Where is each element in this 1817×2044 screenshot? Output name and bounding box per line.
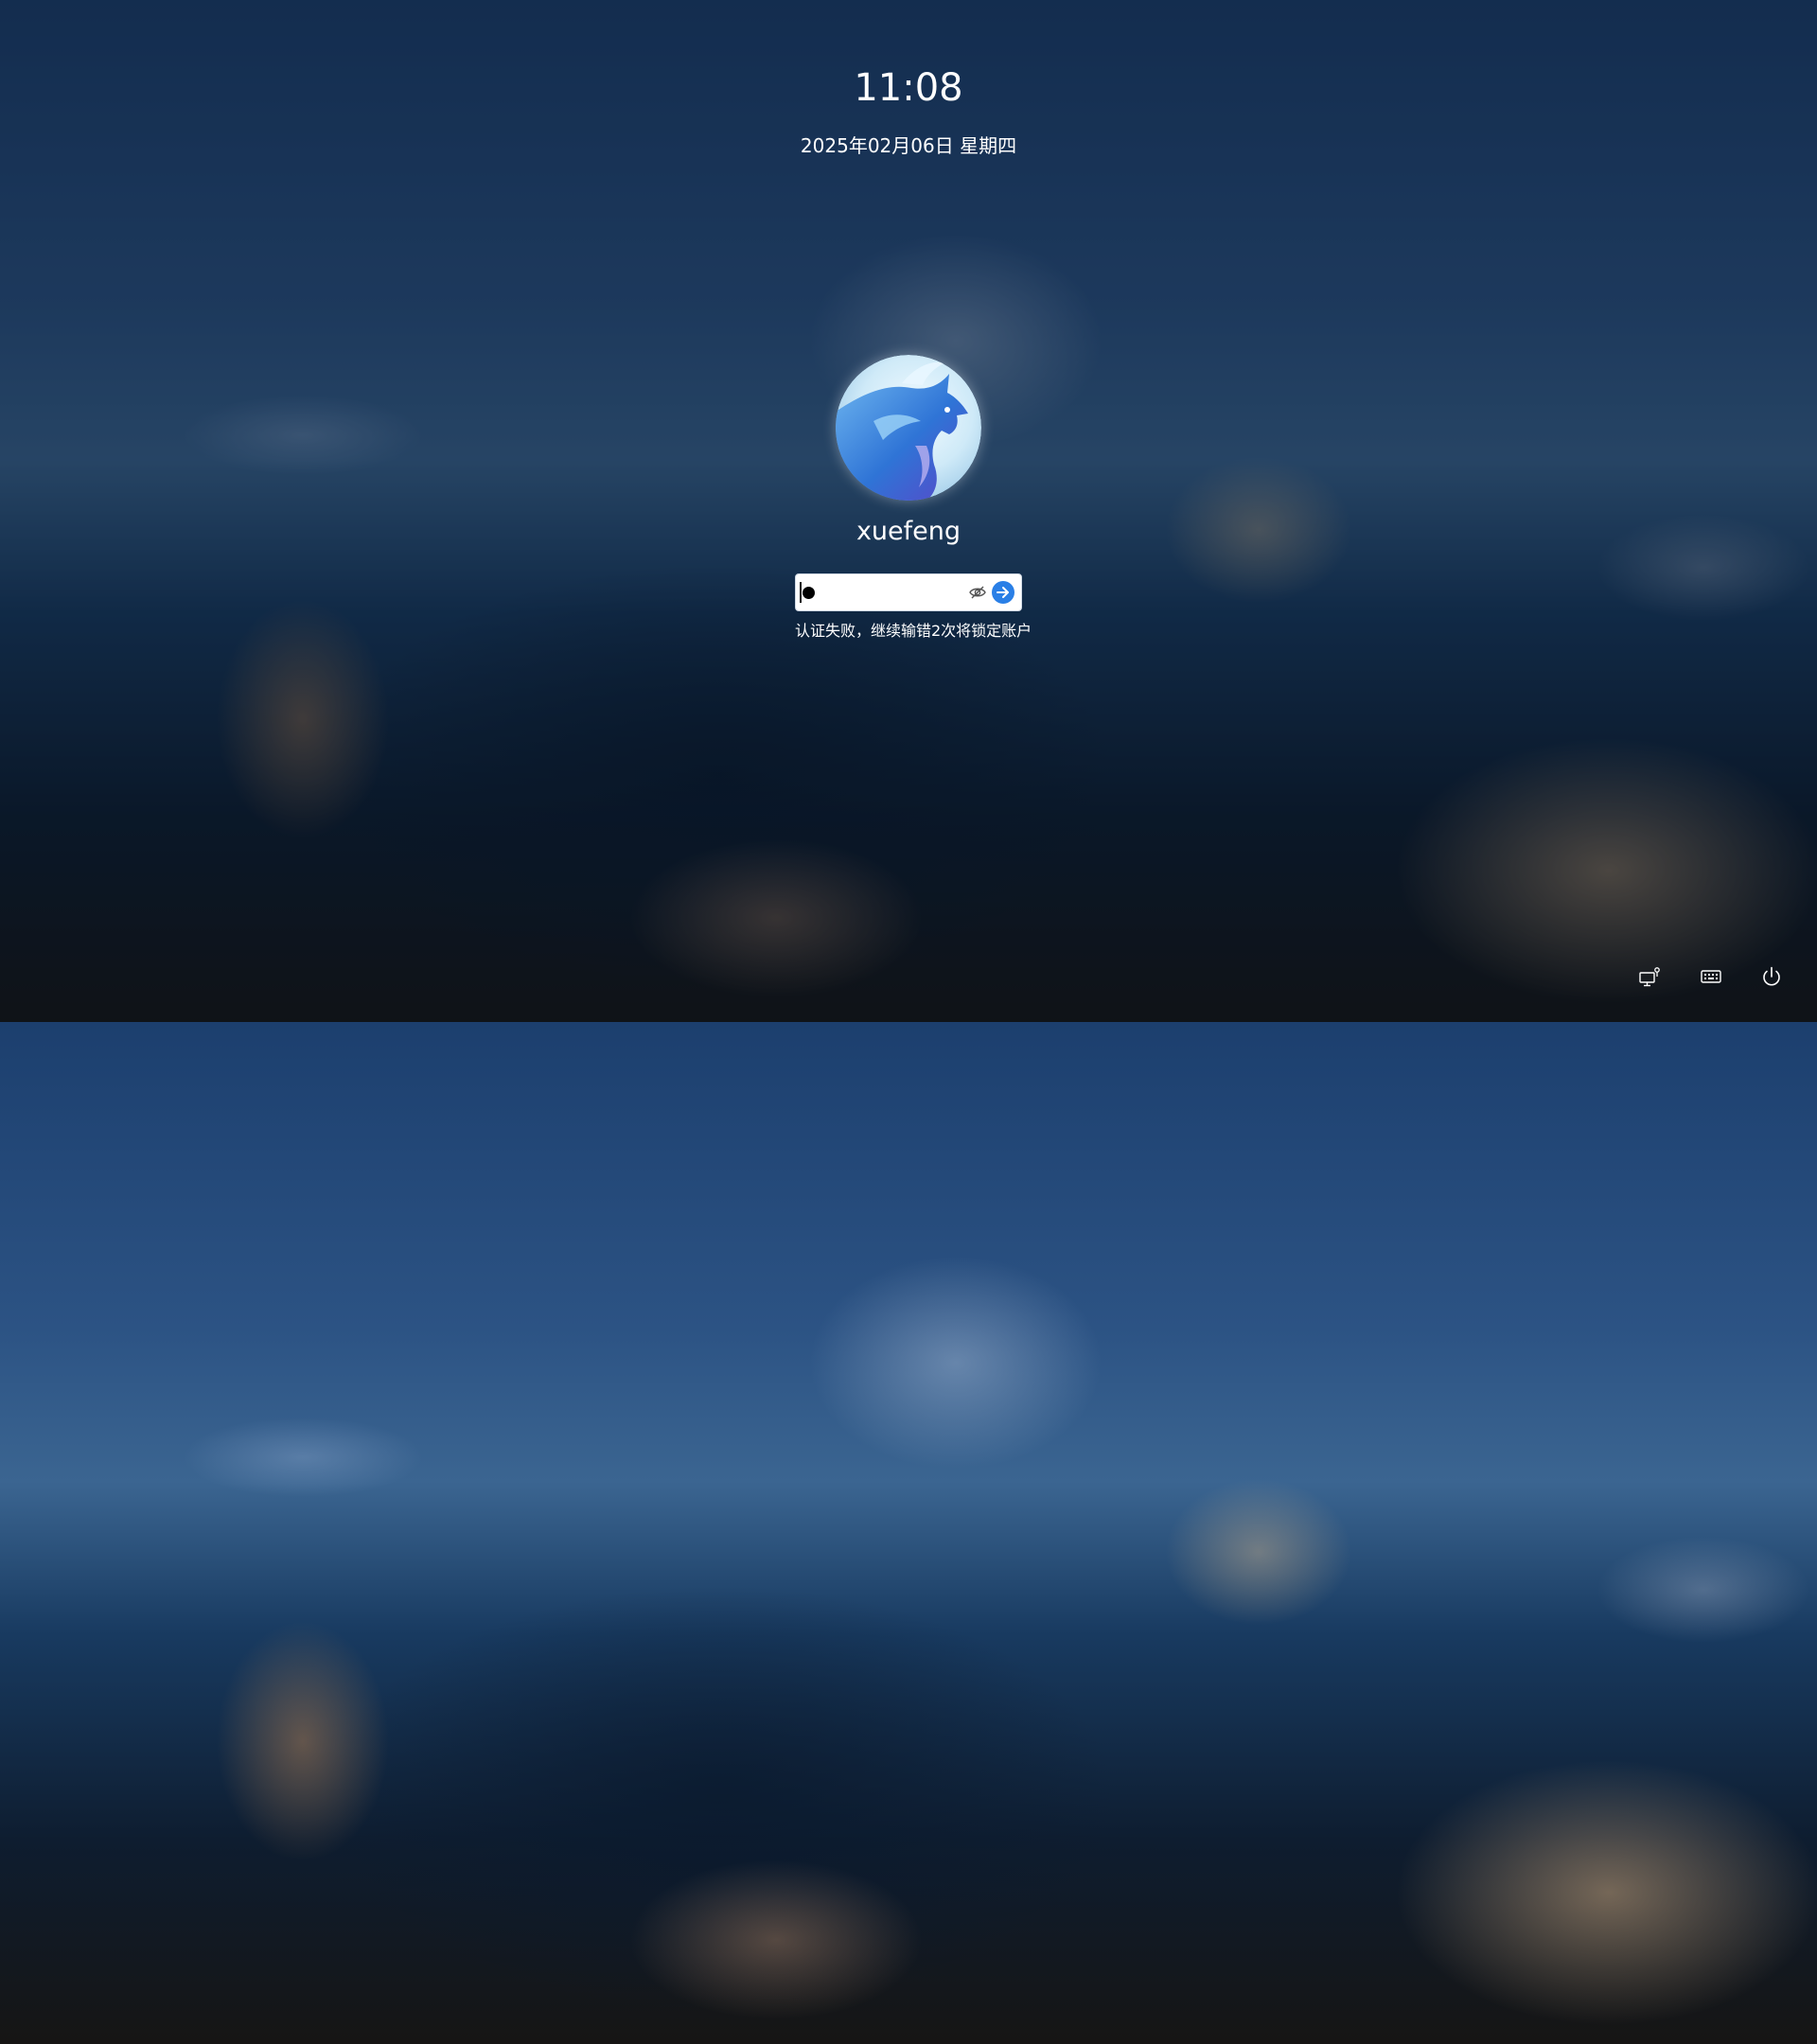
network-display-icon[interactable] bbox=[1634, 961, 1665, 992]
power-icon[interactable] bbox=[1756, 961, 1787, 992]
password-input[interactable] bbox=[795, 573, 1022, 611]
clock-date: 2025年02月06日 星期四 bbox=[800, 134, 1017, 157]
user-avatar[interactable] bbox=[836, 355, 981, 501]
auth-error-message: 认证失败，继续输错2次将锁定账户 bbox=[795, 622, 1032, 640]
password-mask-dot bbox=[803, 587, 815, 599]
text-caret bbox=[800, 582, 802, 603]
username-label: xuefeng bbox=[856, 517, 961, 546]
arrow-right-icon[interactable] bbox=[992, 581, 1014, 604]
lock-screen-primary-monitor: 11:08 2025年02月06日 星期四 xuefeng 认证失败，继续输错2… bbox=[0, 0, 1817, 1022]
lock-screen-secondary-monitor bbox=[0, 1022, 1817, 2044]
keyboard-icon[interactable] bbox=[1696, 961, 1726, 992]
eye-slash-icon[interactable] bbox=[968, 584, 987, 601]
clock-time: 11:08 bbox=[854, 66, 963, 110]
